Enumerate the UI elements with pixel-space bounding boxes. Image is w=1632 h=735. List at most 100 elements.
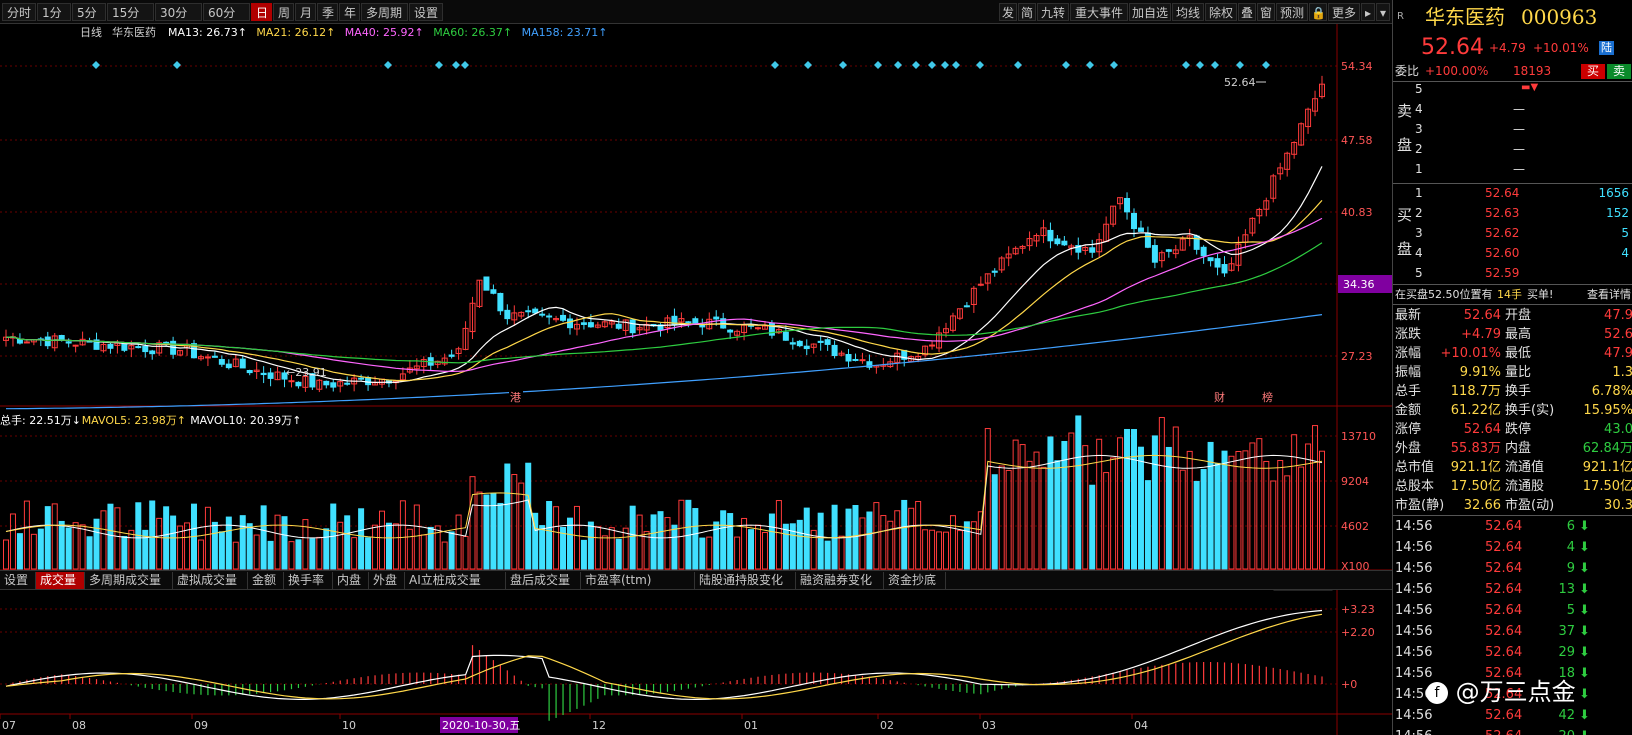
period-btn[interactable]: 年 [339,3,360,21]
toolbar-right-btn[interactable]: 简 [1018,3,1036,21]
toolbar-right-btn[interactable]: 更多 [1328,3,1360,21]
sell-level-row[interactable]: 3— [1393,120,1632,139]
volume-bar [351,537,358,570]
event-diamond-icon[interactable] [92,61,100,69]
toolbar-right-btn[interactable]: 窗 [1257,3,1275,21]
sell-button[interactable]: 卖 [1607,64,1631,79]
event-diamond-icon[interactable] [435,61,443,69]
period-btn[interactable]: 多周期 [361,3,408,21]
period-btn[interactable]: 日 [251,3,272,21]
kline-chart-area[interactable]: 54.3447.5840.8334.3627.2334.36日线华东医药MA13… [0,24,1392,735]
indicator-tab[interactable]: 设置 [0,572,36,589]
tick-volume: 20 [1558,726,1575,735]
buy-level-row[interactable]: 3 52.62 5 [1393,224,1632,243]
event-diamond-icon[interactable] [452,61,460,69]
indicator-tab[interactable]: 成交量 [36,572,85,589]
event-diamond-icon[interactable] [461,61,469,69]
event-diamond-icon[interactable] [1262,61,1270,69]
sell-level-row[interactable]: 5 [1393,80,1632,99]
event-diamond-icon[interactable] [173,61,181,69]
toolbar-right-btn[interactable]: 加自选 [1129,3,1171,21]
indicator-tab[interactable]: 资金抄底 [884,572,946,589]
sell-level-row[interactable]: 2— [1393,140,1632,159]
indicator-tab[interactable]: 换手率 [284,572,333,589]
event-diamond-icon[interactable] [384,61,392,69]
indicator-tab[interactable]: 虚拟成交量 [173,572,248,589]
candle-body [567,318,573,329]
sell-level-row[interactable]: 1— [1393,160,1632,179]
ma40-line [5,217,1323,373]
event-diamond-icon[interactable] [804,61,812,69]
toolbar-right-btn[interactable]: 发 [999,3,1017,21]
event-diamond-icon[interactable] [1014,61,1022,69]
period-btn[interactable]: 30分 [155,3,202,21]
indicator-tab[interactable]: 融资融券变化 [796,572,884,589]
candle-body [1165,249,1172,252]
event-marker[interactable]: 港 [510,391,521,404]
period-btn[interactable]: 设置 [409,3,443,21]
period-btn[interactable]: 季 [317,3,338,21]
event-diamond-icon[interactable] [941,61,949,69]
buy-level-row[interactable]: 2 52.63 152 [1393,204,1632,223]
indicator-tab[interactable]: 金额 [248,572,284,589]
buy-level-row[interactable]: 1 52.64 1656 [1393,184,1632,203]
event-diamond-icon[interactable] [874,61,882,69]
event-diamond-icon[interactable] [1236,61,1244,69]
queue-detail-link[interactable]: 查看详情 [1587,285,1631,304]
indicator-tab[interactable]: 市盈率(ttm) [581,572,695,589]
volume-bar [1131,429,1137,570]
event-diamond-icon[interactable] [1110,61,1118,69]
toolbar-right-btn[interactable]: 叠 [1238,3,1256,21]
period-btn[interactable]: 5分 [72,3,106,21]
period-btn[interactable]: 15分 [107,3,154,21]
volume-bar [1019,444,1026,570]
toolbar-right-btn[interactable]: 均线 [1172,3,1204,21]
buy-level-row[interactable]: 4 52.60 4 [1393,244,1632,263]
period-btn[interactable]: 分时 [2,3,36,21]
toolbar-right-btn[interactable]: ▾ [1376,3,1390,21]
event-diamond-icon[interactable] [1196,61,1204,69]
kline-chart-svg[interactable]: 54.3447.5840.8334.3627.2334.36日线华东医药MA13… [0,24,1392,735]
indicator-tab[interactable]: 外盘 [369,572,405,589]
period-btn[interactable]: 月 [295,3,316,21]
event-marker[interactable]: 财 [1214,390,1225,404]
event-diamond-icon[interactable] [1062,61,1070,69]
buy-button[interactable]: 买 [1581,64,1605,79]
toolbar-right-btn[interactable]: 🔒 [1309,3,1327,21]
indicator-tab[interactable]: 陆股通持股变化 [695,572,796,589]
volume-bar [1005,469,1012,570]
indicator-tab[interactable]: 盘后成交量 [506,572,581,589]
toolbar-right-btn[interactable]: 预测 [1276,3,1308,21]
level-index: 1 [1415,186,1423,200]
toolbar-right-btn[interactable]: ▸ [1361,3,1375,21]
tick-time: 14:56 [1395,645,1433,660]
stat-value: 52.64 [1463,422,1501,437]
volume-bar [44,506,51,570]
buy-level-row[interactable]: 5 52.59 [1393,264,1632,283]
volume-bar [267,540,274,570]
event-diamond-icon[interactable] [912,61,920,69]
period-btn[interactable]: 60分 [203,3,250,21]
period-btn[interactable]: 周 [273,3,294,21]
period-btn[interactable]: 1分 [37,3,71,21]
event-diamond-icon[interactable] [1086,61,1094,69]
toolbar-right-btn[interactable]: 重大事件 [1070,3,1128,21]
event-diamond-icon[interactable] [1211,61,1219,69]
event-diamond-icon[interactable] [894,61,902,69]
event-diamond-icon[interactable] [928,61,936,69]
down-arrow-icon: ⬇ [1579,687,1590,702]
event-diamond-icon[interactable] [952,61,960,69]
event-diamond-icon[interactable] [1182,61,1190,69]
indicator-tab[interactable]: AI立桩成交量 [405,572,506,589]
event-diamond-icon[interactable] [839,61,847,69]
toolbar-right-btn[interactable]: 九转 [1037,3,1069,21]
indicator-tab[interactable]: 内盘 [333,572,369,589]
volume-bar [1103,472,1110,570]
event-marker[interactable]: 榜 [1262,390,1273,404]
date-axis-label: 12 [592,719,606,732]
indicator-tab[interactable]: 多周期成交量 [85,572,173,589]
event-diamond-icon[interactable] [976,61,984,69]
event-diamond-icon[interactable] [771,61,779,69]
toolbar-right-btn[interactable]: 除权 [1205,3,1237,21]
sell-level-row[interactable]: 4— [1393,100,1632,119]
